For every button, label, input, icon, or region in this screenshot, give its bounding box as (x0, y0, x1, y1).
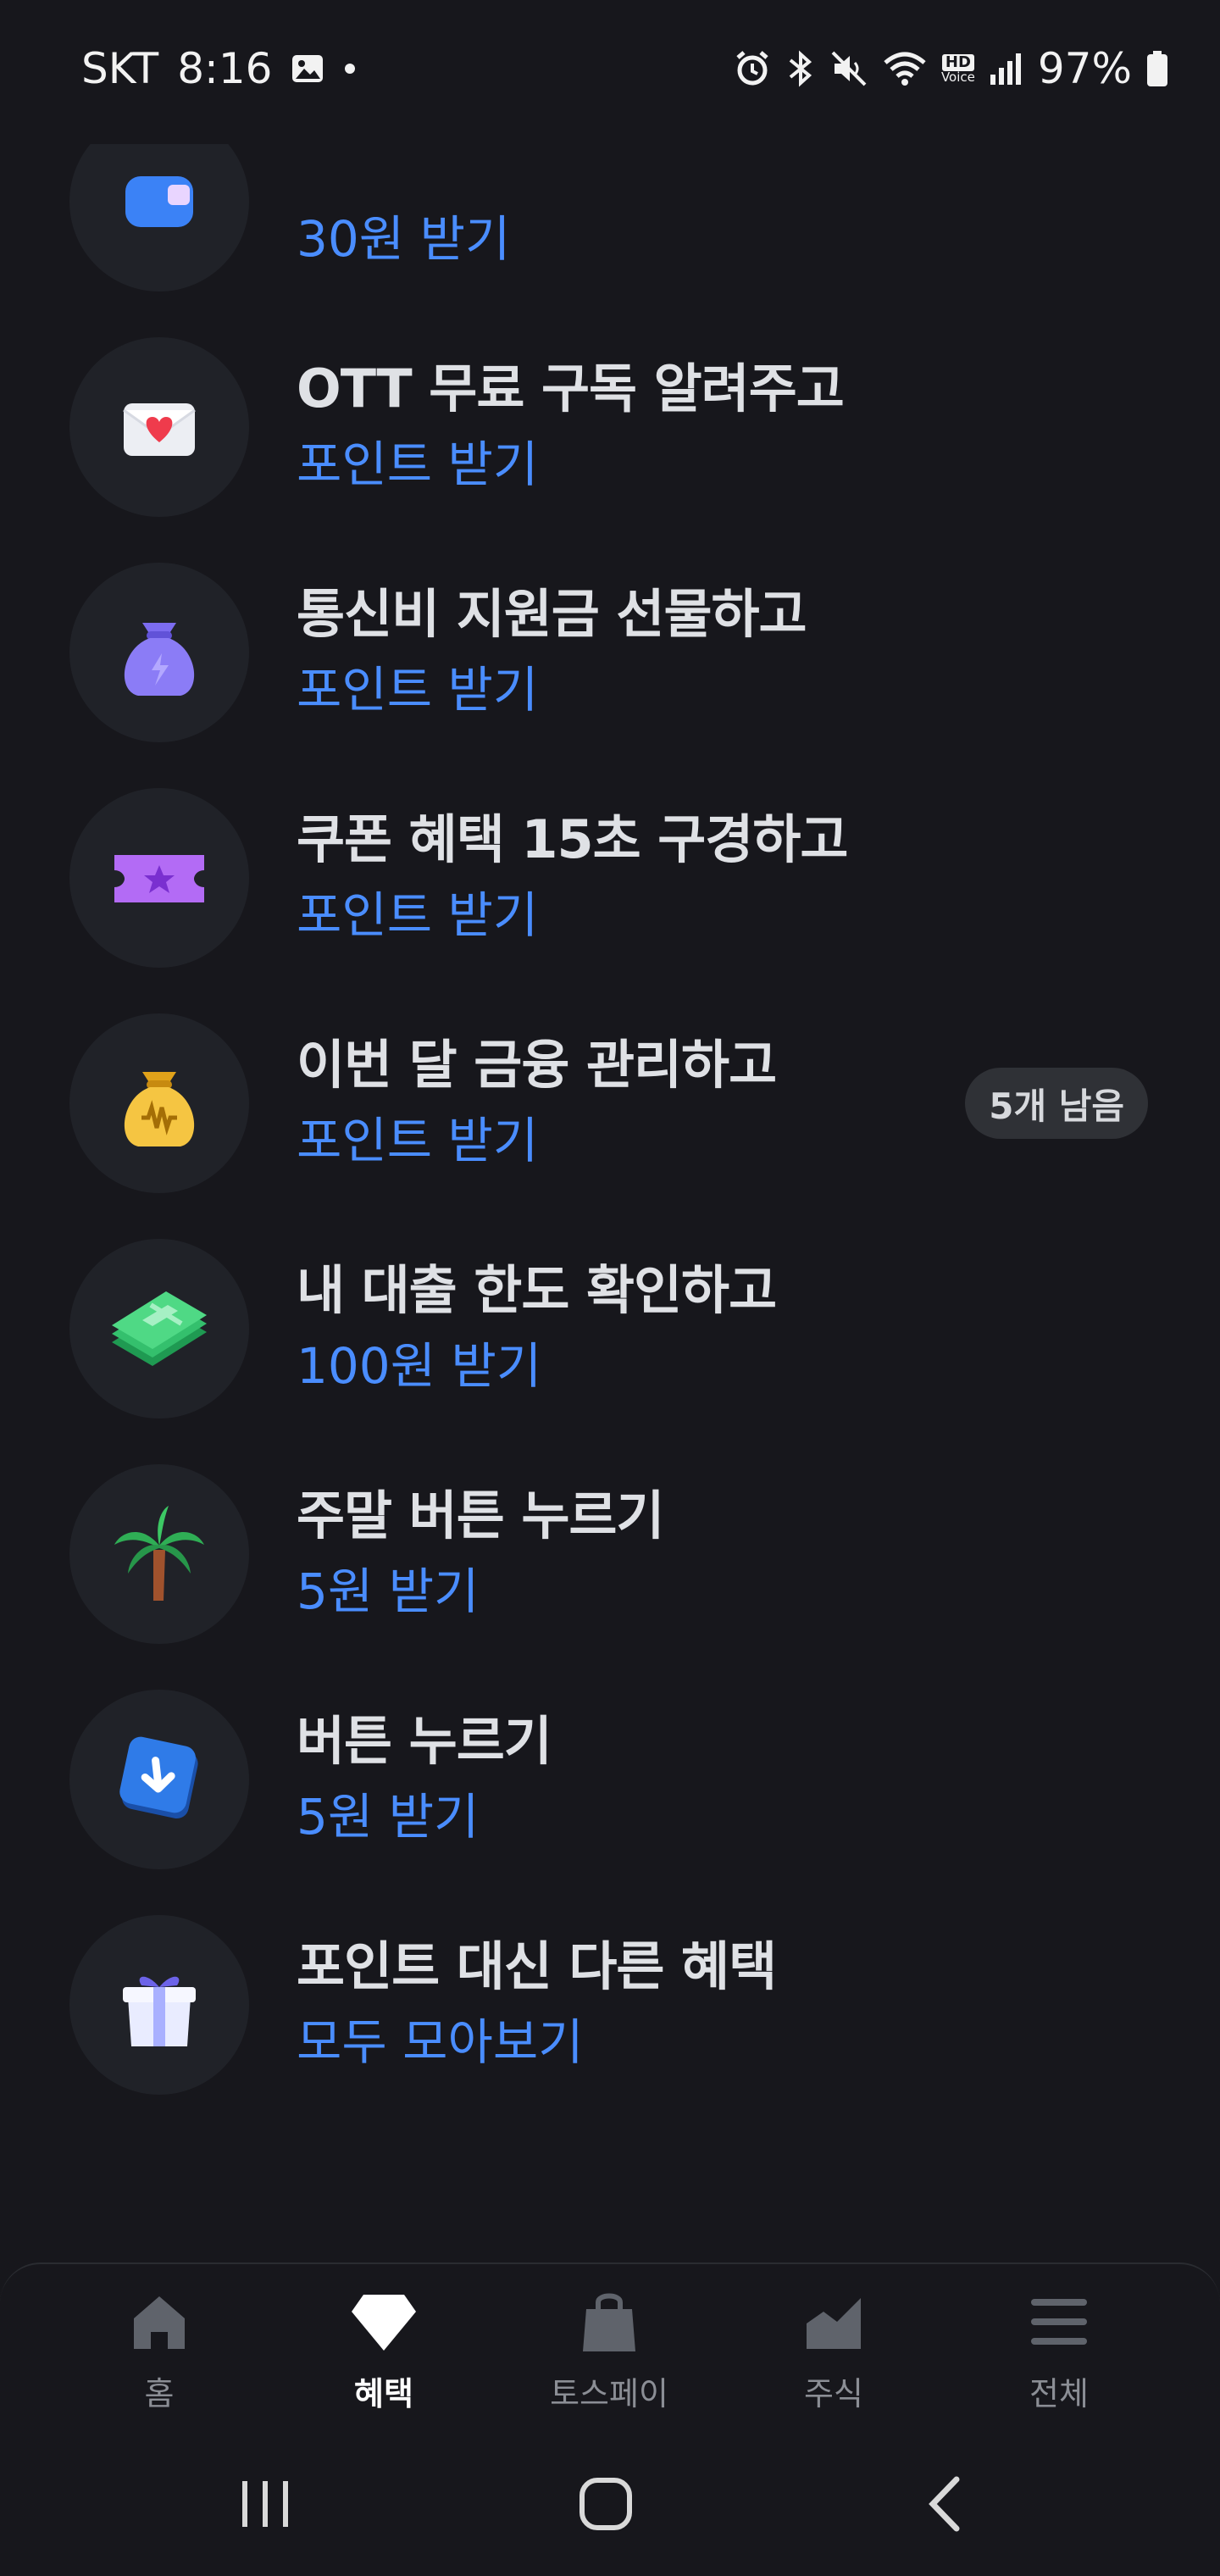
ticket-icon (69, 788, 249, 968)
battery-percent: 97% (1037, 44, 1132, 93)
tab-label: 혜택 (354, 2375, 413, 2412)
list-item-title: 내 대출 한도 확인하고 (297, 1259, 777, 1321)
gold-pouch-icon (69, 1013, 249, 1193)
system-navigation-bar (0, 2432, 1220, 2576)
list-item[interactable]: 통신비 지원금 선물하고 포인트 받기 (0, 537, 1220, 763)
mute-icon (829, 49, 868, 88)
list-item[interactable]: 쿠폰 혜택 15초 구경하고 포인트 받기 (0, 763, 1220, 988)
list-item-reward: 포인트 받기 (297, 1112, 539, 1169)
list-item-reward: 5원 받기 (297, 1563, 480, 1620)
dot-icon (343, 62, 357, 75)
back-icon[interactable] (896, 2457, 997, 2551)
list-item-title: 포인트 대신 다른 혜택 (297, 1935, 777, 1997)
tab-label: 토스페이 (550, 2375, 668, 2412)
status-left: SKT 8:16 (81, 44, 357, 93)
list-item[interactable]: OTT 무료 구독 알려주고 포인트 받기 (0, 312, 1220, 537)
list-item[interactable]: 이번 달 금융 관리하고 포인트 받기 5개 남음 (0, 988, 1220, 1213)
status-bar: SKT 8:16 HD Voice 97% (0, 0, 1220, 144)
battery-icon (1145, 49, 1169, 88)
list-item-reward: 포인트 받기 (297, 886, 539, 944)
list-item-reward: 포인트 받기 (297, 436, 539, 493)
purple-pouch-icon (69, 563, 249, 742)
list-item[interactable]: 포인트 대신 다른 혜택 모두 모아보기 (0, 1890, 1220, 2115)
chart-icon (800, 2288, 868, 2356)
bottom-tab-bar: 홈 혜택 토스페이 주식 전체 (0, 2262, 1220, 2434)
list-item-title: 주말 버튼 누르기 (297, 1485, 664, 1546)
hd-voice-icon: HD Voice (940, 53, 975, 85)
arrow-button-icon (69, 1690, 249, 1869)
signal-icon (989, 51, 1024, 86)
tab-all[interactable]: 전체 (974, 2288, 1144, 2423)
benefit-list: 30원 받기 OTT 무료 구독 알려주고 포인트 받기 통신비 지원금 선물하… (0, 144, 1220, 2115)
list-item-reward: 100원 받기 (297, 1337, 542, 1395)
partial-icon (69, 144, 249, 291)
tab-label: 홈 (144, 2375, 175, 2412)
list-item[interactable]: 내 대출 한도 확인하고 100원 받기 (0, 1213, 1220, 1439)
recent-apps-icon[interactable] (214, 2457, 316, 2551)
list-item-title: OTT 무료 구독 알려주고 (297, 358, 845, 419)
voice-label: Voice (940, 69, 975, 85)
tab-label: 주식 (804, 2375, 863, 2412)
benefit-list-viewport[interactable]: 30원 받기 OTT 무료 구독 알려주고 포인트 받기 통신비 지원금 선물하… (0, 144, 1220, 2262)
tab-tosspay[interactable]: 토스페이 (524, 2288, 694, 2423)
list-item-title: 쿠폰 혜택 15초 구경하고 (297, 808, 848, 870)
home-icon (125, 2288, 193, 2356)
love-letter-icon (69, 337, 249, 517)
tab-label: 전체 (1029, 2375, 1089, 2412)
menu-icon (1025, 2288, 1093, 2356)
carrier: SKT (81, 44, 159, 93)
gift-box-icon (69, 1915, 249, 2095)
list-item-reward: 모두 모아보기 (297, 2013, 584, 2071)
gallery-icon (291, 52, 324, 86)
remaining-count-badge: 5개 남음 (965, 1068, 1148, 1139)
list-item-reward: 5원 받기 (297, 1788, 480, 1846)
list-item[interactable]: 주말 버튼 누르기 5원 받기 (0, 1439, 1220, 1664)
tab-home[interactable]: 홈 (75, 2288, 244, 2423)
list-item[interactable]: 버튼 누르기 5원 받기 (0, 1664, 1220, 1890)
alarm-icon (733, 49, 772, 88)
tab-benefits[interactable]: 혜택 (299, 2288, 469, 2423)
palm-tree-icon (69, 1464, 249, 1644)
list-item-title: 통신비 지원금 선물하고 (297, 583, 807, 645)
shopping-bag-icon (575, 2288, 643, 2356)
clock: 8:16 (177, 44, 273, 93)
wifi-icon (882, 49, 928, 88)
money-stack-icon (69, 1239, 249, 1418)
home-button-icon[interactable] (555, 2457, 657, 2551)
list-item-title: 이번 달 금융 관리하고 (297, 1034, 777, 1096)
hd-label: HD (941, 53, 974, 71)
list-item-title: 버튼 누르기 (297, 1710, 552, 1772)
tab-stocks[interactable]: 주식 (749, 2288, 918, 2423)
bluetooth-icon (785, 49, 816, 88)
diamond-icon (350, 2288, 418, 2356)
list-item[interactable]: 30원 받기 (0, 144, 1220, 312)
status-right: HD Voice 97% (733, 44, 1169, 93)
list-item-reward: 포인트 받기 (297, 661, 539, 719)
list-item-reward: 30원 받기 (297, 210, 511, 268)
